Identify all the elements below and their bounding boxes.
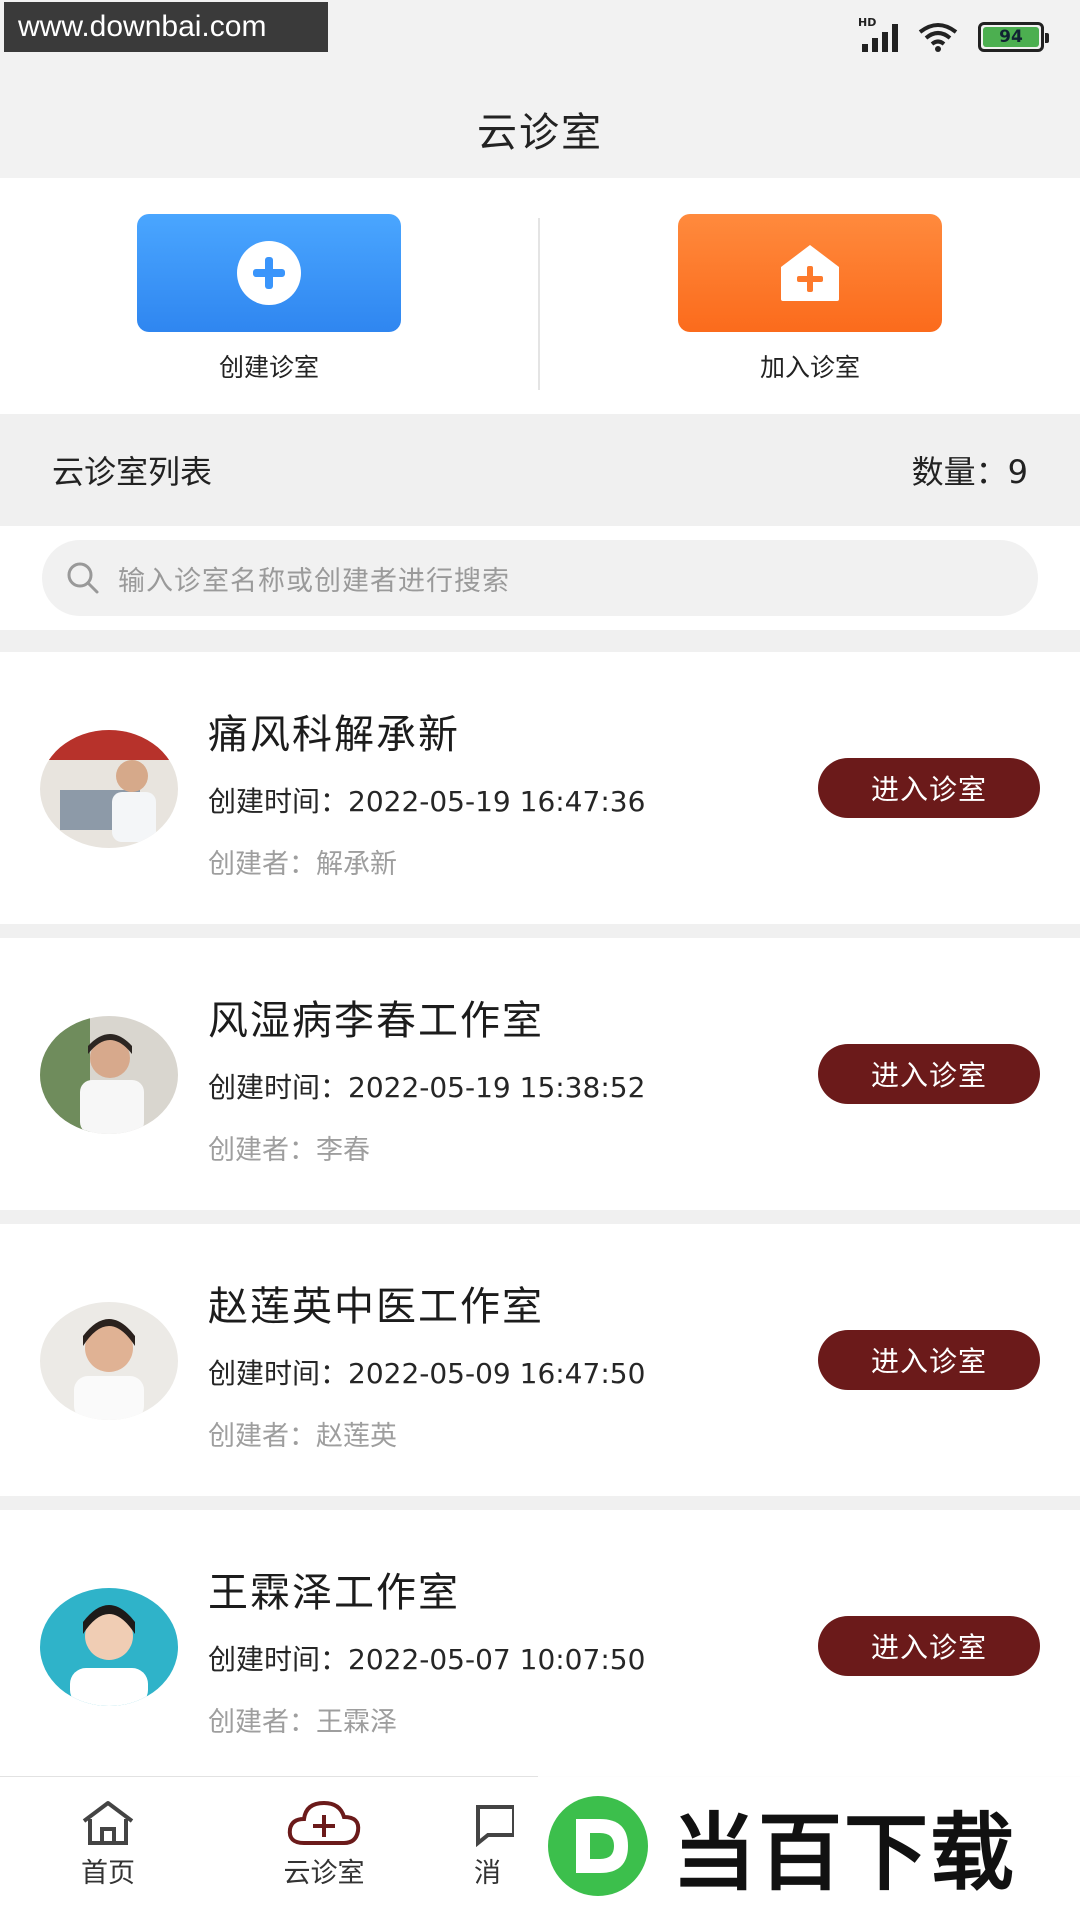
search-placeholder: 输入诊室名称或创建者进行搜索 [118, 565, 510, 597]
network-type-label: HD [858, 16, 877, 29]
room-created-time: 创建时间：2022-05-07 10:07:50 [208, 1643, 646, 1676]
wifi-icon [918, 23, 958, 52]
battery-icon: 94 [978, 22, 1049, 52]
tab-home[interactable]: 首页 [48, 1799, 168, 1890]
status-bar: www.downbai.com HD 94 [0, 0, 1080, 80]
brand-logo-icon [548, 1796, 648, 1896]
enter-room-button[interactable]: 进入诊室 [818, 1330, 1040, 1390]
enter-room-button[interactable]: 进入诊室 [818, 1616, 1040, 1676]
room-count: 数量：9 [911, 453, 1028, 491]
join-room-button[interactable]: 加入诊室 [678, 214, 942, 384]
room-created-time: 创建时间：2022-05-09 16:47:50 [208, 1357, 646, 1390]
enter-room-button[interactable]: 进入诊室 [818, 758, 1040, 818]
room-card[interactable]: 痛风科解承新 创建时间：2022-05-19 16:47:36 创建者：解承新 … [0, 652, 1080, 924]
room-card[interactable]: 风湿病李春工作室 创建时间：2022-05-19 15:38:52 创建者：李春… [0, 938, 1080, 1210]
room-created-time: 创建时间：2022-05-19 16:47:36 [208, 785, 646, 818]
tab-cloud-room-label: 云诊室 [283, 1858, 365, 1889]
join-room-label: 加入诊室 [759, 353, 860, 382]
avatar [40, 1016, 178, 1134]
list-header: 云诊室列表 数量：9 [0, 414, 1080, 526]
signal-icon: HD [858, 16, 898, 52]
home-icon [82, 1801, 134, 1845]
room-creator: 创建者：王霖泽 [208, 1707, 397, 1738]
create-room-label: 创建诊室 [218, 353, 319, 382]
room-creator: 创建者：赵莲英 [208, 1421, 397, 1452]
tab-home-label: 首页 [81, 1858, 135, 1889]
search-input[interactable]: 输入诊室名称或创建者进行搜索 [42, 540, 1038, 616]
watermark-box: www.downbai.com [4, 2, 328, 52]
tab-message-label: 消 [474, 1858, 501, 1889]
room-card[interactable]: 赵莲英中医工作室 创建时间：2022-05-09 16:47:50 创建者：赵莲… [0, 1224, 1080, 1496]
avatar [40, 1302, 178, 1420]
house-plus-icon [781, 245, 839, 301]
nav-bar: 云诊室 [0, 80, 1080, 178]
avatar [40, 730, 178, 848]
room-creator: 创建者：解承新 [208, 849, 397, 880]
list-title: 云诊室列表 [52, 453, 213, 491]
action-panel: 创建诊室 加入诊室 [0, 178, 1080, 414]
create-room-tile[interactable] [137, 214, 401, 332]
avatar [40, 1588, 178, 1706]
cloud-plus-icon [287, 1800, 361, 1845]
room-name: 王霖泽工作室 [208, 1570, 460, 1616]
join-room-tile[interactable] [678, 214, 942, 332]
create-room-button[interactable]: 创建诊室 [137, 214, 401, 384]
search-area: 输入诊室名称或创建者进行搜索 [0, 526, 1080, 630]
battery-level: 94 [983, 27, 1039, 47]
page-title: 云诊室 [477, 110, 603, 156]
search-icon [67, 562, 99, 594]
brand-watermark: 当百下载 [538, 1772, 1080, 1920]
status-icons: HD 94 [858, 16, 1049, 52]
message-icon [476, 1805, 514, 1847]
divider [538, 218, 540, 390]
room-name: 风湿病李春工作室 [208, 998, 544, 1044]
room-card[interactable]: 王霖泽工作室 创建时间：2022-05-07 10:07:50 创建者：王霖泽 … [0, 1510, 1080, 1782]
tab-cloud-room[interactable]: 云诊室 [264, 1799, 384, 1890]
room-created-time: 创建时间：2022-05-19 15:38:52 [208, 1071, 646, 1104]
room-name: 痛风科解承新 [208, 712, 460, 758]
plus-circle-icon [237, 241, 301, 305]
room-creator: 创建者：李春 [208, 1135, 370, 1166]
room-name: 赵莲英中医工作室 [208, 1284, 544, 1330]
tab-message[interactable]: 消 [474, 1799, 534, 1890]
brand-text: 当百下载 [672, 1803, 1017, 1902]
enter-room-button[interactable]: 进入诊室 [818, 1044, 1040, 1104]
